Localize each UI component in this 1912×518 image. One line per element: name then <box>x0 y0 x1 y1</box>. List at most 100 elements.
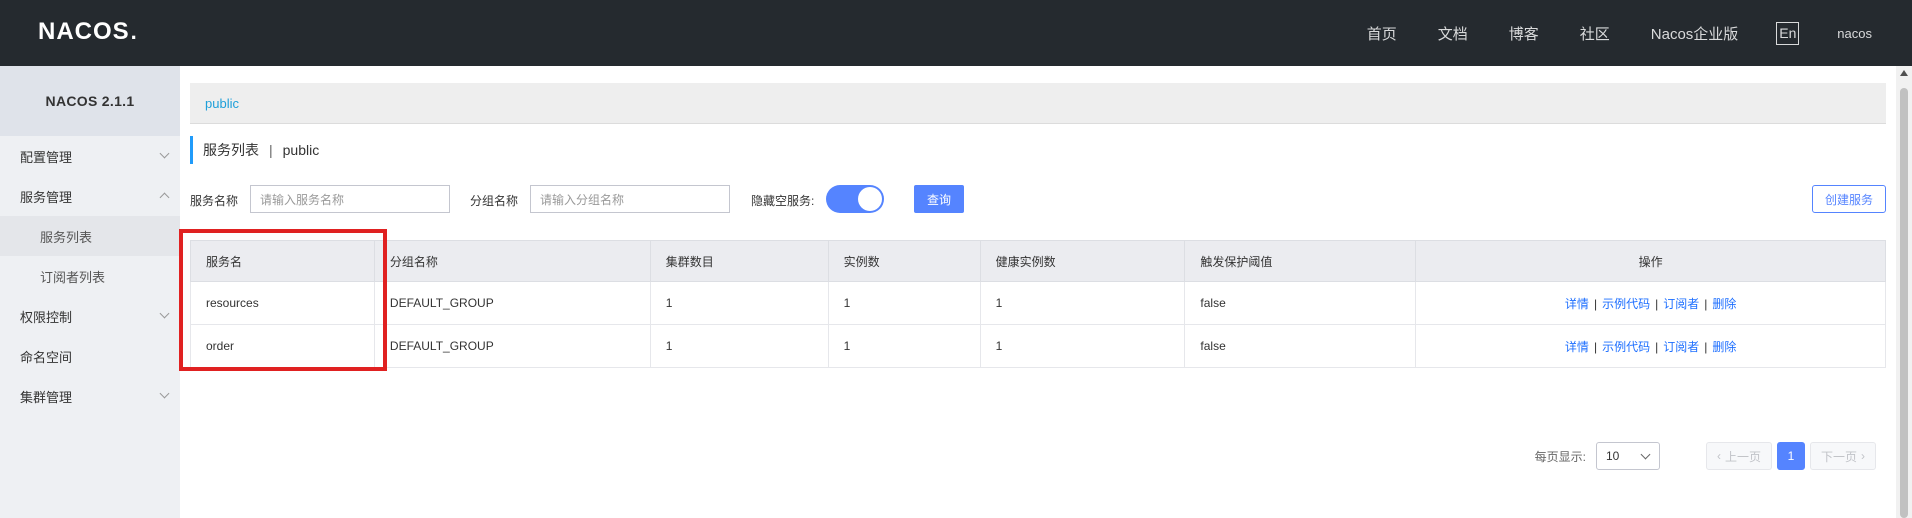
chevron-down-icon <box>159 148 170 159</box>
nav-enterprise[interactable]: Nacos企业版 <box>1651 23 1739 44</box>
action-separator: | <box>1655 296 1659 311</box>
logo-dot: . <box>130 19 138 44</box>
chevron-up-icon <box>159 192 170 203</box>
sidebar-item-label: 订阅者列表 <box>40 269 106 285</box>
cell-protect-threshold: false <box>1184 324 1417 368</box>
page-number-current[interactable]: 1 <box>1776 442 1805 470</box>
cell-service-name: order <box>190 324 375 368</box>
chevron-down-icon <box>159 388 170 399</box>
column-header-service-name[interactable]: 服务名 <box>190 240 375 282</box>
create-service-button[interactable]: 创建服务 <box>1812 185 1886 213</box>
column-header-actions: 操作 <box>1415 240 1886 282</box>
chevron-right-icon: › <box>1861 449 1865 463</box>
table-row: resources DEFAULT_GROUP 1 1 1 false 详情 | 示… <box>190 281 1886 325</box>
sidebar-item-config-management[interactable]: 配置管理 <box>0 136 180 176</box>
column-header-group-name[interactable]: 分组名称 <box>373 240 651 282</box>
chevron-down-icon <box>1640 449 1651 460</box>
cell-group-name: DEFAULT_GROUP <box>373 281 651 325</box>
pagination: 每页显示: 10 ‹ 上一页 1 下一页 › <box>1535 442 1876 470</box>
cell-instance-count: 1 <box>827 281 981 325</box>
next-page-button[interactable]: 下一页 › <box>1809 442 1876 470</box>
nav-blog[interactable]: 博客 <box>1509 23 1539 44</box>
chevron-left-icon: ‹ <box>1716 449 1721 463</box>
subscribers-link[interactable]: 订阅者 <box>1663 297 1699 311</box>
page-size-value: 10 <box>1605 449 1620 463</box>
filter-bar: 服务名称 请输入服务名称 分组名称 请输入分组名称 隐藏空服务: 查询 创建服务 <box>190 184 1886 216</box>
sidebar-item-label: 集群管理 <box>20 389 73 405</box>
sample-code-link[interactable]: 示例代码 <box>1602 297 1650 311</box>
action-separator: | <box>1704 339 1708 354</box>
page-title: 服务列表 | public <box>190 136 319 164</box>
sidebar-item-cluster-management[interactable]: 集群管理 <box>0 376 180 416</box>
title-separator: | <box>269 142 273 158</box>
scrollbar-thumb[interactable] <box>1900 88 1908 518</box>
sidebar-item-label: 配置管理 <box>20 149 73 165</box>
nav-community[interactable]: 社区 <box>1580 23 1610 44</box>
nav-docs[interactable]: 文档 <box>1438 23 1468 44</box>
sample-code-link[interactable]: 示例代码 <box>1602 340 1650 354</box>
group-name-label: 分组名称 <box>470 194 519 208</box>
action-separator: | <box>1593 296 1598 311</box>
column-header-cluster-count[interactable]: 集群数目 <box>649 240 829 282</box>
page-title-text: 服务列表 <box>203 142 259 158</box>
cell-cluster-count: 1 <box>649 281 829 325</box>
sidebar-item-service-list[interactable]: 服务列表 <box>0 216 180 256</box>
group-name-input[interactable]: 请输入分组名称 <box>530 185 730 213</box>
details-link[interactable]: 详情 <box>1565 340 1589 354</box>
query-button[interactable]: 查询 <box>914 185 964 213</box>
page-title-namespace: public <box>282 142 320 158</box>
nacos-logo[interactable]: NACOS. <box>38 18 138 46</box>
hide-empty-services-toggle[interactable] <box>826 185 884 213</box>
sidebar-version-title: NACOS 2.1.1 <box>0 66 180 136</box>
main-content: public 服务列表 | public 服务名称 请输入服务名称 分组名称 请… <box>180 66 1892 518</box>
service-table: 服务名 分组名称 集群数目 实例数 健康实例数 触发保护阈值 操作 resour… <box>190 240 1886 368</box>
service-name-label: 服务名称 <box>190 194 239 208</box>
next-page-label: 下一页 <box>1820 449 1857 464</box>
subscribers-link[interactable]: 订阅者 <box>1663 340 1699 354</box>
cell-instance-count: 1 <box>827 324 981 368</box>
cell-protect-threshold: false <box>1184 281 1417 325</box>
delete-link[interactable]: 删除 <box>1712 297 1736 311</box>
column-header-protect-threshold[interactable]: 触发保护阈值 <box>1184 240 1417 282</box>
delete-link[interactable]: 删除 <box>1712 340 1736 354</box>
namespace-tab-public[interactable]: public <box>205 96 239 111</box>
prev-page-button[interactable]: ‹ 上一页 <box>1705 442 1772 470</box>
sidebar-item-label: 服务列表 <box>40 229 93 245</box>
action-separator: | <box>1655 339 1659 354</box>
cell-actions: 详情 | 示例代码 | 订阅者 | 删除 <box>1415 324 1886 368</box>
chevron-down-icon <box>159 308 170 319</box>
page-size-select[interactable]: 10 <box>1595 442 1660 470</box>
column-header-healthy-instances[interactable]: 健康实例数 <box>979 240 1186 282</box>
scroll-up-arrow-icon[interactable] <box>1900 70 1908 76</box>
hide-empty-services-label: 隐藏空服务: <box>751 194 815 208</box>
details-link[interactable]: 详情 <box>1565 297 1589 311</box>
cell-healthy-instances: 1 <box>979 281 1186 325</box>
cell-service-name: resources <box>190 281 375 325</box>
table-header-row: 服务名 分组名称 集群数目 实例数 健康实例数 触发保护阈值 操作 <box>190 240 1886 282</box>
cell-healthy-instances: 1 <box>979 324 1186 368</box>
language-switch-button[interactable]: En <box>1776 21 1800 45</box>
namespace-bar: public <box>190 83 1886 124</box>
cell-group-name: DEFAULT_GROUP <box>373 324 651 368</box>
toggle-knob <box>858 187 882 211</box>
sidebar: NACOS 2.1.1 配置管理 服务管理 服务列表 订阅者列表 权限控制 命名… <box>0 66 180 518</box>
sidebar-item-namespace[interactable]: 命名空间 <box>0 336 180 376</box>
cell-cluster-count: 1 <box>649 324 829 368</box>
sidebar-item-label: 服务管理 <box>20 189 73 205</box>
service-name-input[interactable]: 请输入服务名称 <box>250 185 450 213</box>
sidebar-item-subscriber-list[interactable]: 订阅者列表 <box>0 256 180 296</box>
prev-page-label: 上一页 <box>1724 449 1761 464</box>
sidebar-item-label: 权限控制 <box>20 309 73 325</box>
top-nav: 首页 文档 博客 社区 Nacos企业版 En nacos <box>1326 0 1872 66</box>
top-header: NACOS. 首页 文档 博客 社区 Nacos企业版 En nacos <box>0 0 1912 66</box>
sidebar-item-label: 命名空间 <box>20 349 73 365</box>
sidebar-item-service-management[interactable]: 服务管理 <box>0 176 180 216</box>
column-header-instance-count[interactable]: 实例数 <box>827 240 981 282</box>
cell-actions: 详情 | 示例代码 | 订阅者 | 删除 <box>1415 281 1886 325</box>
action-separator: | <box>1593 339 1598 354</box>
user-menu[interactable]: nacos <box>1837 26 1872 41</box>
sidebar-item-access-control[interactable]: 权限控制 <box>0 296 180 336</box>
logo-text: NACOS <box>38 18 130 45</box>
page-size-label: 每页显示: <box>1534 449 1586 464</box>
nav-home[interactable]: 首页 <box>1367 23 1397 44</box>
